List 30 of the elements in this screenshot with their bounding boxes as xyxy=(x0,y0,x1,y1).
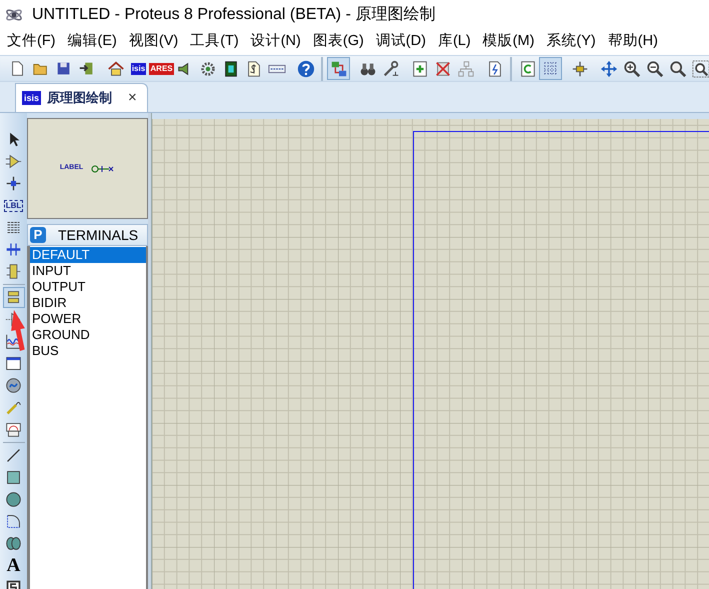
annotation-arrow xyxy=(11,310,25,351)
menu-item[interactable]: 编辑(E) xyxy=(68,31,117,53)
document-tab[interactable]: isis 原理图绘制 × xyxy=(15,83,148,112)
menu-item[interactable]: 文件(F) xyxy=(7,31,56,53)
terminal-list-item[interactable]: GROUND xyxy=(30,327,146,343)
menu-item[interactable]: 帮助(H) xyxy=(608,31,658,53)
terminal-list-item[interactable]: BIDIR xyxy=(30,295,146,311)
menu-item[interactable]: 图表(G) xyxy=(312,31,364,53)
menu-item[interactable]: 视图(V) xyxy=(128,31,178,53)
window-title: UNTITLED - Proteus 8 Professional (BETA) - 原理图绘制 xyxy=(32,4,436,24)
terminal-list-item[interactable]: INPUT xyxy=(30,263,146,279)
menu-item[interactable]: 设计(N) xyxy=(250,31,301,53)
terminal-symbol-icon xyxy=(91,164,116,172)
terminal-list-item[interactable]: DEFAULT xyxy=(30,247,146,263)
terminal-icon[interactable] xyxy=(2,287,24,308)
menu-item[interactable]: 工具(T) xyxy=(190,31,239,53)
netlist-icon[interactable] xyxy=(327,57,350,80)
terminal-list-item[interactable]: OUTPUT xyxy=(30,279,146,295)
panel-title: TERMINALS xyxy=(58,226,138,244)
isis-logo-icon: isis xyxy=(22,91,42,105)
close-tab-button[interactable]: × xyxy=(128,86,137,110)
terminal-list-item[interactable]: POWER xyxy=(30,311,146,327)
menu-item[interactable]: 模版(M) xyxy=(482,31,534,53)
panel-badge[interactable]: P xyxy=(30,227,46,243)
menu-item[interactable]: 库(L) xyxy=(438,31,471,53)
terminal-list-item[interactable]: BUS xyxy=(30,343,146,359)
menu-item[interactable]: 调试(D) xyxy=(376,31,426,53)
grid-icon[interactable] xyxy=(539,57,562,80)
tab-label: 原理图绘制 xyxy=(47,89,112,108)
menu-item[interactable]: 系统(Y) xyxy=(546,31,596,53)
